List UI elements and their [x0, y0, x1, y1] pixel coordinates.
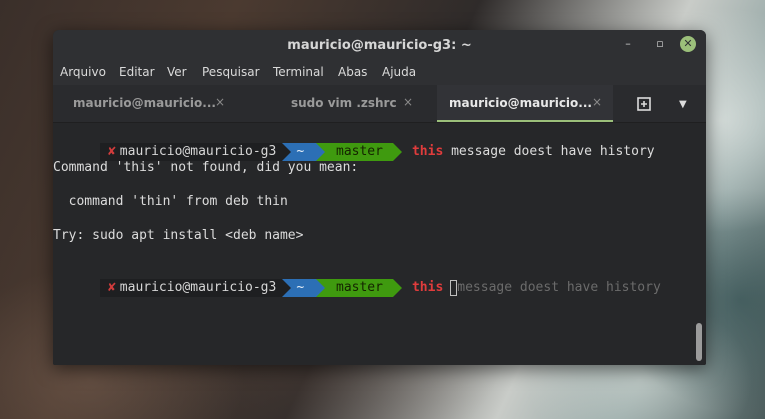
menu-pesquisar[interactable]: Pesquisar: [202, 65, 260, 79]
menu-terminal[interactable]: Terminal: [273, 65, 324, 79]
tab-1-label: mauricio@mauricio...: [73, 96, 216, 110]
tab-3-close-icon[interactable]: ×: [592, 95, 602, 109]
command-text: this: [411, 144, 444, 159]
prompt-separator-icon: [316, 279, 326, 297]
command-text: this: [411, 280, 444, 295]
prompt-line-1: ✘ mauricio@mauricio-g3 ~ master this messag…: [53, 125, 655, 161]
prompt-separator-icon: [392, 143, 402, 161]
menu-ver[interactable]: Ver: [167, 65, 187, 79]
tab-2[interactable]: sudo vim .zshrc ×: [243, 85, 437, 122]
tab-3-active[interactable]: mauricio@mauricio... ×: [437, 85, 613, 122]
tab-1[interactable]: mauricio@mauricio... ×: [53, 85, 243, 122]
tab-2-label: sudo vim .zshrc: [291, 96, 397, 110]
prompt-separator-icon: [316, 143, 326, 161]
command-args: message doest have history: [443, 144, 655, 159]
prompt-git-branch: master: [316, 279, 393, 297]
prompt-separator-icon: [282, 143, 292, 161]
prompt-line-2: ✘ mauricio@mauricio-g3 ~ master this message…: [53, 261, 661, 297]
window-title: mauricio@mauricio-g3: ~: [287, 38, 472, 53]
prompt-user-host: mauricio@mauricio-g3: [119, 279, 283, 297]
close-button[interactable]: ✕: [680, 36, 696, 52]
menu-arquivo[interactable]: Arquivo: [60, 65, 106, 79]
output-line-1: Command 'this' not found, did you mean:: [53, 160, 359, 175]
maximize-button[interactable]: ▫: [652, 36, 668, 52]
terminal-output[interactable]: ✘ mauricio@mauricio-g3 ~ master this messag…: [53, 123, 706, 365]
output-line-3: Try: sudo apt install <deb name>: [53, 228, 304, 243]
tab-bar: mauricio@mauricio... × sudo vim .zshrc ×…: [53, 85, 706, 123]
prompt-separator-icon: [282, 279, 292, 297]
menu-editar[interactable]: Editar: [119, 65, 155, 79]
error-icon: ✘: [99, 279, 120, 297]
tab-3-label: mauricio@mauricio...: [449, 96, 592, 110]
menu-ajuda[interactable]: Ajuda: [382, 65, 416, 79]
tab-1-close-icon[interactable]: ×: [215, 95, 225, 109]
new-tab-icon[interactable]: [636, 95, 654, 113]
terminal-window: mauricio@mauricio-g3: ~ – ▫ ✕ Arquivo Ed…: [53, 30, 706, 365]
prompt-separator-icon: [392, 279, 402, 297]
tab-2-close-icon[interactable]: ×: [403, 95, 413, 109]
minimize-button[interactable]: –: [620, 36, 636, 52]
titlebar[interactable]: mauricio@mauricio-g3: ~ – ▫ ✕: [53, 30, 706, 60]
scrollbar[interactable]: [696, 323, 702, 361]
output-line-2: command 'thin' from deb thin: [53, 194, 288, 209]
tab-menu-chevron-down-icon[interactable]: ▼: [679, 99, 691, 111]
menu-abas[interactable]: Abas: [338, 65, 367, 79]
menubar: Arquivo Editar Ver Pesquisar Terminal Ab…: [53, 60, 706, 85]
autosuggestion-text: message doest have history: [457, 280, 661, 295]
